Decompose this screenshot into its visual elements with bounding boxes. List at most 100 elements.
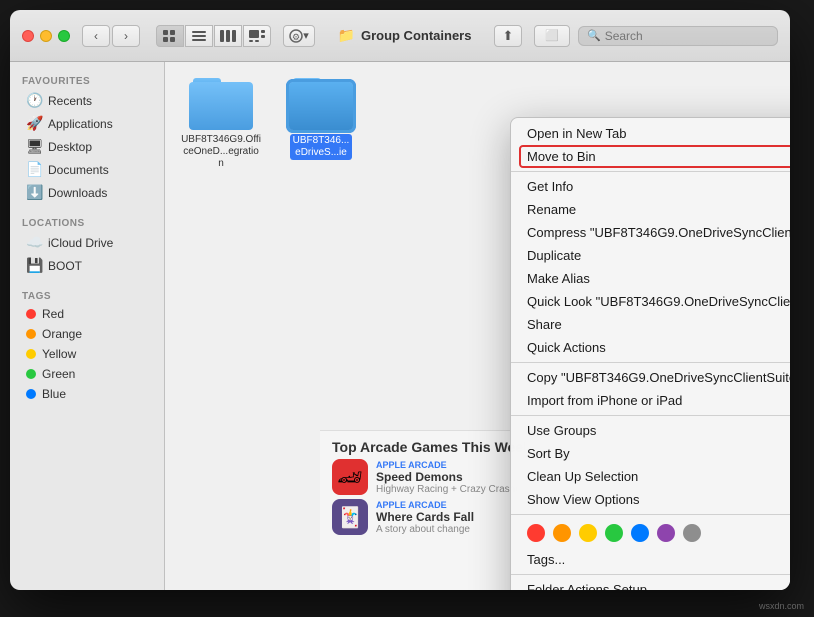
sidebar-item-boot[interactable]: 💾 BOOT xyxy=(14,254,160,277)
list-view-button[interactable] xyxy=(185,25,213,47)
green-label: Green xyxy=(42,367,75,381)
sidebar-item-downloads[interactable]: ⬇️ Downloads xyxy=(14,181,160,204)
yellow-label: Yellow xyxy=(42,347,76,361)
icloud-label: iCloud Drive xyxy=(48,236,113,250)
file-item-2[interactable]: UBF8T346...eDriveS...ie xyxy=(281,78,361,170)
icloud-icon: ☁️ xyxy=(26,234,42,251)
share-button[interactable]: ⬆ xyxy=(494,25,522,47)
folder-icon-2 xyxy=(289,78,353,130)
search-icon: 🔍 xyxy=(587,29,601,42)
file-label-1: UBF8T346G9.OfficeOneD...egration xyxy=(181,134,261,170)
tags-color-row xyxy=(511,518,790,548)
window-title-area: 📁 Group Containers xyxy=(323,27,486,44)
sidebar-item-documents[interactable]: 📄 Documents xyxy=(14,158,160,181)
menu-item-rename[interactable]: Rename xyxy=(511,198,790,221)
red-tag-dot xyxy=(26,309,36,319)
title-folder-icon: 📁 xyxy=(338,27,355,44)
applications-icon: 🚀 xyxy=(26,115,42,132)
tag-color-orange[interactable] xyxy=(553,524,571,542)
menu-item-make-alias[interactable]: Make Alias xyxy=(511,267,790,290)
menu-item-import[interactable]: Import from iPhone or iPad ▶ xyxy=(511,389,790,412)
menu-item-clean-up[interactable]: Clean Up Selection xyxy=(511,465,790,488)
locations-section-label: Locations xyxy=(10,212,164,231)
icon-view-button[interactable] xyxy=(156,25,184,47)
menu-item-move-to-bin[interactable]: Move to Bin xyxy=(511,145,790,168)
menu-item-open-tab[interactable]: Open in New Tab xyxy=(511,122,790,145)
menu-item-folder-actions[interactable]: Folder Actions Setup... xyxy=(511,578,790,590)
sidebar-item-desktop[interactable]: 🖥 Desktop xyxy=(14,135,160,158)
tag-button[interactable]: ⬜ xyxy=(534,25,570,47)
menu-item-share[interactable]: Share ▶ xyxy=(511,313,790,336)
menu-item-sort-by[interactable]: Sort By ▶ xyxy=(511,442,790,465)
sidebar-item-applications[interactable]: 🚀 Applications xyxy=(14,112,160,135)
blue-tag-dot xyxy=(26,389,36,399)
menu-item-compress[interactable]: Compress "UBF8T346G9.OneDriveSyncClientS… xyxy=(511,221,790,244)
tag-color-gray[interactable] xyxy=(683,524,701,542)
app-icon-1: 🏎 xyxy=(332,459,368,495)
menu-item-quick-actions[interactable]: Quick Actions ▶ xyxy=(511,336,790,359)
sidebar-item-yellow[interactable]: Yellow xyxy=(14,344,160,364)
context-menu: Open in New Tab Move to Bin Get Info Ren… xyxy=(510,117,790,590)
tag-color-red[interactable] xyxy=(527,524,545,542)
menu-item-show-view[interactable]: Show View Options xyxy=(511,488,790,511)
sidebar: Favourites 🕐 Recents 🚀 Applications 🖥 De… xyxy=(10,62,165,590)
file-item-1[interactable]: UBF8T346G9.OfficeOneD...egration xyxy=(181,78,261,170)
tag-color-green[interactable] xyxy=(605,524,623,542)
tags-section-label: Tags xyxy=(10,285,164,304)
search-input[interactable] xyxy=(605,29,765,43)
boot-icon: 💾 xyxy=(26,257,42,274)
desktop-label: Desktop xyxy=(48,140,92,154)
documents-icon: 📄 xyxy=(26,161,42,178)
window-title: Group Containers xyxy=(361,28,472,43)
menu-item-duplicate[interactable]: Duplicate xyxy=(511,244,790,267)
downloads-label: Downloads xyxy=(48,186,107,200)
menu-item-copy[interactable]: Copy "UBF8T346G9.OneDriveSyncClientSuite… xyxy=(511,366,790,389)
svg-text:⚙: ⚙ xyxy=(292,32,300,42)
recents-icon: 🕐 xyxy=(26,92,42,109)
orange-tag-dot xyxy=(26,329,36,339)
minimize-button[interactable] xyxy=(40,30,52,42)
menu-separator-2 xyxy=(511,362,790,363)
menu-separator-3 xyxy=(511,415,790,416)
forward-button[interactable]: › xyxy=(112,25,140,47)
close-button[interactable] xyxy=(22,30,34,42)
applications-label: Applications xyxy=(48,117,113,131)
sidebar-item-red[interactable]: Red xyxy=(14,304,160,324)
title-bar: ‹ › xyxy=(10,10,790,62)
menu-separator-4 xyxy=(511,514,790,515)
search-bar[interactable]: 🔍 xyxy=(578,26,778,46)
favourites-section-label: Favourites xyxy=(10,70,164,89)
finder-window: ‹ › xyxy=(10,10,790,590)
view-buttons xyxy=(156,25,271,47)
sidebar-item-green[interactable]: Green xyxy=(14,364,160,384)
documents-label: Documents xyxy=(48,163,109,177)
folder-icon-1 xyxy=(189,78,253,130)
file-area: UBF8T346G9.OfficeOneD...egration UBF8T34… xyxy=(165,62,790,590)
maximize-button[interactable] xyxy=(58,30,70,42)
traffic-lights xyxy=(22,30,70,42)
app-icon-2: 🃏 xyxy=(332,499,368,535)
sidebar-item-icloud[interactable]: ☁️ iCloud Drive xyxy=(14,231,160,254)
boot-label: BOOT xyxy=(48,259,82,273)
back-button[interactable]: ‹ xyxy=(82,25,110,47)
gallery-view-button[interactable] xyxy=(243,25,271,47)
orange-label: Orange xyxy=(42,327,82,341)
sidebar-item-orange[interactable]: Orange xyxy=(14,324,160,344)
watermark: wsxdn.com xyxy=(759,601,804,611)
tag-color-purple[interactable] xyxy=(657,524,675,542)
column-view-button[interactable] xyxy=(214,25,242,47)
recents-label: Recents xyxy=(48,94,92,108)
menu-item-tags[interactable]: Tags... xyxy=(511,548,790,571)
blue-label: Blue xyxy=(42,387,66,401)
menu-item-quick-look[interactable]: Quick Look "UBF8T346G9.OneDriveSyncClien… xyxy=(511,290,790,313)
tag-color-yellow[interactable] xyxy=(579,524,597,542)
sidebar-item-recents[interactable]: 🕐 Recents xyxy=(14,89,160,112)
file-label-2: UBF8T346...eDriveS...ie xyxy=(290,134,353,160)
menu-item-get-info[interactable]: Get Info xyxy=(511,175,790,198)
tag-color-blue[interactable] xyxy=(631,524,649,542)
desktop-icon: 🖥 xyxy=(26,138,42,155)
action-dropdown-button[interactable]: ⚙ ▾ xyxy=(283,25,315,47)
green-tag-dot xyxy=(26,369,36,379)
menu-item-use-groups[interactable]: Use Groups xyxy=(511,419,790,442)
sidebar-item-blue[interactable]: Blue xyxy=(14,384,160,404)
